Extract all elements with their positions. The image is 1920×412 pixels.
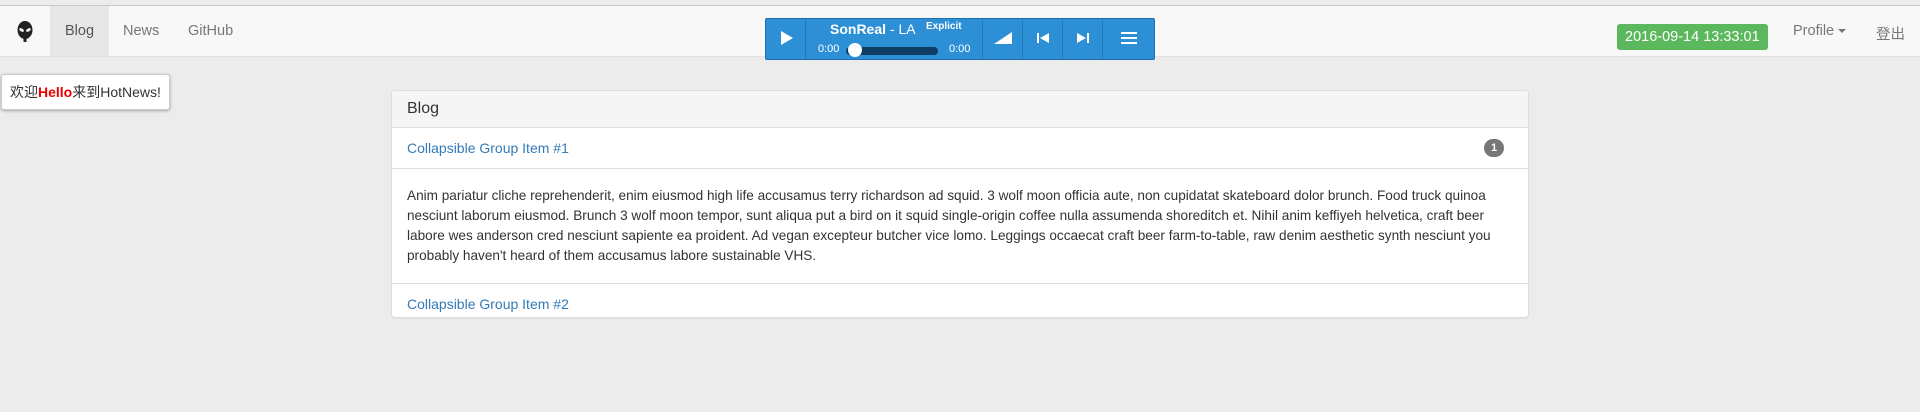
nav-item-blog[interactable]: Blog (50, 6, 110, 56)
caret-down-icon (1838, 29, 1847, 34)
previous-button[interactable] (1022, 19, 1062, 59)
track-title: SonReal - LA (830, 21, 916, 37)
collapsible-group-body: Anim pariatur cliche reprehenderit, enim… (392, 169, 1528, 284)
seek-handle[interactable] (848, 43, 862, 57)
play-button[interactable] (766, 19, 806, 59)
playlist-button[interactable] (1102, 19, 1154, 59)
panel-title: Blog (392, 91, 1528, 128)
track-separator: - (886, 21, 899, 37)
welcome-username: Hello (38, 84, 73, 100)
play-icon (778, 30, 794, 49)
next-button[interactable] (1062, 19, 1102, 59)
alien-icon[interactable] (14, 20, 36, 42)
count-badge: 1 (1484, 139, 1504, 157)
datetime-badge: 2016-09-14 13:33:01 (1617, 24, 1768, 50)
time-current: 0:00 (818, 43, 840, 55)
welcome-toast: 欢迎Hello来到HotNews! (1, 74, 170, 110)
nav-item-news[interactable]: News (108, 6, 174, 56)
profile-label: Profile (1793, 23, 1835, 39)
track-artist: SonReal (830, 21, 887, 37)
navbar: Blog News GitHub SonReal - LA Explicit 0… (0, 6, 1920, 60)
menu-icon (1120, 31, 1137, 48)
volume-button[interactable] (982, 19, 1022, 59)
music-player: SonReal - LA Explicit 0:00 0:00 (765, 18, 1155, 60)
profile-dropdown[interactable]: Profile (1793, 23, 1847, 39)
welcome-prefix: 欢迎 (10, 84, 38, 100)
skip-forward-icon (1076, 31, 1090, 47)
collapsible-group-link[interactable]: Collapsible Group Item #1 (407, 140, 569, 156)
collapsible-group-header[interactable]: Collapsible Group Item #1 1 (392, 128, 1528, 169)
logout-link[interactable]: 登出 (1876, 23, 1905, 44)
blog-panel: Blog Collapsible Group Item #1 1 Anim pa… (391, 90, 1529, 318)
nav-item-github[interactable]: GitHub (173, 6, 248, 56)
volume-icon (993, 31, 1013, 48)
explicit-badge: Explicit (926, 21, 962, 32)
welcome-suffix: 来到HotNews! (72, 84, 161, 100)
track-name: LA (898, 21, 916, 37)
skip-back-icon (1036, 31, 1050, 47)
collapsible-group-header[interactable]: Collapsible Group Item #2 (392, 284, 1528, 324)
time-total: 0:00 (949, 43, 971, 55)
collapsible-group-link[interactable]: Collapsible Group Item #2 (407, 296, 569, 312)
